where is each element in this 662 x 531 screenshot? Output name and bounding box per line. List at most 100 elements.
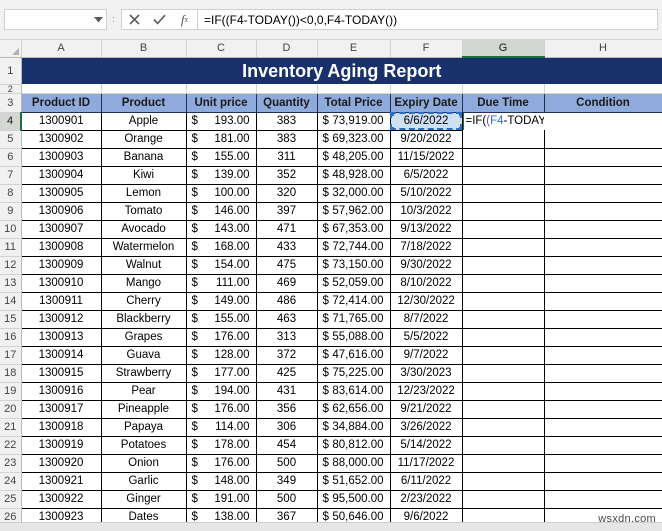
cell-condition[interactable] — [543, 346, 662, 365]
cell-condition[interactable] — [543, 256, 662, 275]
cell-product[interactable]: Pineapple — [100, 400, 187, 419]
cell-due-time[interactable] — [461, 346, 545, 365]
cell-total-price[interactable]: $47,616.00 — [316, 346, 391, 365]
cell-condition[interactable] — [543, 472, 662, 491]
cell-due-time[interactable] — [461, 328, 545, 347]
cell-expiry-date[interactable]: 11/15/2022 — [389, 148, 463, 167]
cell-d2[interactable] — [256, 84, 318, 94]
row-header-1[interactable]: 1 — [0, 57, 22, 85]
cell-expiry-date[interactable]: 9/20/2022 — [389, 130, 463, 149]
cell-expiry-date[interactable]: 2/23/2022 — [389, 490, 463, 509]
cell-condition[interactable] — [543, 148, 662, 167]
table-header-unit-price[interactable]: Unit price — [185, 92, 257, 113]
cell-quantity[interactable]: 471 — [255, 220, 318, 239]
cell-unit-price[interactable]: $100.00 — [185, 184, 257, 203]
spreadsheet-grid[interactable]: A B C D E F G H 1 Inventory Aging Report… — [0, 40, 662, 531]
cell-product[interactable]: Tomato — [100, 202, 187, 221]
cell-quantity[interactable]: 383 — [255, 130, 318, 149]
cell-expiry-date[interactable]: 11/17/2022 — [389, 454, 463, 473]
cell-quantity[interactable]: 475 — [255, 256, 318, 275]
cell-unit-price[interactable]: $191.00 — [185, 490, 257, 509]
cell-due-time[interactable] — [461, 274, 545, 293]
cell-condition[interactable] — [544, 112, 662, 130]
row-header-3[interactable]: 3 — [0, 93, 22, 113]
cell-due-time[interactable] — [461, 130, 545, 149]
cell-product-id[interactable]: 1300921 — [20, 472, 102, 491]
cell-product-id[interactable]: 1300918 — [20, 418, 102, 437]
cell-product[interactable]: Grapes — [100, 328, 187, 347]
column-header-f[interactable]: F — [390, 40, 463, 58]
cell-product-id[interactable]: 1300922 — [20, 490, 102, 509]
row-header-25[interactable]: 25 — [0, 490, 22, 509]
row-header-19[interactable]: 19 — [0, 382, 22, 401]
cell-product[interactable]: Pear — [100, 382, 187, 401]
cell-condition[interactable] — [543, 130, 662, 149]
cell-product-id[interactable]: 1300915 — [20, 364, 102, 383]
cell-total-price[interactable]: $34,884.00 — [316, 418, 391, 437]
cell-expiry-date[interactable]: 5/10/2022 — [389, 184, 463, 203]
cell-product-id[interactable]: 1300912 — [20, 310, 102, 329]
cell-due-time[interactable] — [461, 418, 545, 437]
cell-expiry-date[interactable]: 9/30/2022 — [389, 256, 463, 275]
column-header-d[interactable]: D — [256, 40, 318, 58]
cell-quantity[interactable]: 431 — [255, 382, 318, 401]
cell-product-id[interactable]: 1300904 — [20, 166, 102, 185]
row-header-9[interactable]: 9 — [0, 202, 22, 221]
cell-expiry-date[interactable]: 10/3/2022 — [389, 202, 463, 221]
cell-product-id[interactable]: 1300910 — [20, 274, 102, 293]
cell-unit-price[interactable]: $111.00 — [185, 274, 257, 293]
cell-quantity[interactable]: 349 — [255, 472, 318, 491]
cell-due-time[interactable] — [461, 184, 545, 203]
cell-product[interactable]: Mango — [100, 274, 187, 293]
cell-unit-price[interactable]: $114.00 — [185, 418, 257, 437]
cell-condition[interactable] — [543, 364, 662, 383]
cell-due-time[interactable] — [461, 490, 545, 509]
cell-quantity[interactable]: 397 — [255, 202, 318, 221]
cell-total-price[interactable]: $72,744.00 — [316, 238, 391, 257]
cell-total-price[interactable]: $67,353.00 — [316, 220, 391, 239]
row-header-10[interactable]: 10 — [0, 220, 22, 239]
cell-expiry-date[interactable]: 6/5/2022 — [389, 166, 463, 185]
table-header-total-price[interactable]: Total Price — [316, 92, 391, 113]
cell-product-id[interactable]: 1300919 — [20, 436, 102, 455]
selection-handle-bl[interactable] — [391, 126, 394, 129]
cell-product[interactable]: Papaya — [100, 418, 187, 437]
cell-quantity[interactable]: 352 — [255, 166, 318, 185]
cell-quantity[interactable]: 306 — [255, 418, 318, 437]
cell-total-price[interactable]: $73,150.00 — [316, 256, 391, 275]
cell-condition[interactable] — [543, 382, 662, 401]
row-header-7[interactable]: 7 — [0, 166, 22, 185]
cell-total-price[interactable]: $73,919.00 — [316, 112, 391, 131]
selection-handle-tl[interactable] — [391, 112, 394, 116]
cell-total-price[interactable]: $52,059.00 — [316, 274, 391, 293]
cell-product[interactable]: Watermelon — [100, 238, 187, 257]
cell-due-time[interactable] — [461, 202, 545, 221]
cell-product-id[interactable]: 1300905 — [20, 184, 102, 203]
cell-product[interactable]: Avocado — [100, 220, 187, 239]
cell-product-id[interactable]: 1300916 — [20, 382, 102, 401]
table-header-condition[interactable]: Condition — [543, 92, 662, 113]
cell-quantity[interactable]: 469 — [255, 274, 318, 293]
cell-product[interactable]: Onion — [100, 454, 187, 473]
cell-total-price[interactable]: $32,000.00 — [316, 184, 391, 203]
cell-condition[interactable] — [543, 310, 662, 329]
cell-due-time[interactable] — [461, 238, 545, 257]
select-all-corner[interactable] — [0, 40, 22, 58]
cell-product[interactable]: Apple — [100, 112, 187, 131]
cell-quantity[interactable]: 463 — [255, 310, 318, 329]
cell-product[interactable]: Lemon — [100, 184, 187, 203]
cell-total-price[interactable]: $71,765.00 — [316, 310, 391, 329]
column-header-g[interactable]: G — [462, 40, 545, 58]
cell-product[interactable]: Guava — [100, 346, 187, 365]
cell-unit-price[interactable]: $155.00 — [185, 310, 257, 329]
cell-unit-price[interactable]: $149.00 — [185, 292, 257, 311]
cell-expiry-date[interactable]: 9/7/2022 — [389, 346, 463, 365]
cell-due-time-editing[interactable]: =IF((F4-TODAY())<0,0,F4-TODAY()) — [462, 112, 544, 130]
cell-unit-price[interactable]: $168.00 — [185, 238, 257, 257]
cell-quantity[interactable]: 486 — [255, 292, 318, 311]
cell-product[interactable]: Walnut — [100, 256, 187, 275]
cell-quantity[interactable]: 500 — [255, 490, 318, 509]
cell-condition[interactable] — [543, 490, 662, 509]
cell-due-time[interactable] — [461, 400, 545, 419]
cell-total-price[interactable]: $62,656.00 — [316, 400, 391, 419]
